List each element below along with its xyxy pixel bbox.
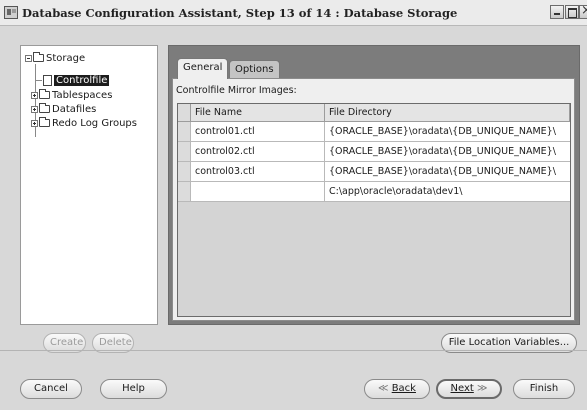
window-title: Database Configuration Assistant, Step 1… xyxy=(22,6,458,20)
collapse-icon[interactable] xyxy=(25,54,32,62)
table-row[interactable]: control03.ctl {ORACLE_BASE}\oradata\{DB_… xyxy=(178,162,570,182)
row-selector-header xyxy=(178,104,191,121)
column-header-file-directory: File Directory xyxy=(325,104,570,121)
table-row[interactable]: control01.ctl {ORACLE_BASE}\oradata\{DB_… xyxy=(178,122,570,142)
table-row[interactable]: C:\app\oracle\oradata\dev1\ xyxy=(178,182,570,202)
table-row[interactable]: control02.ctl {ORACLE_BASE}\oradata\{DB_… xyxy=(178,142,570,162)
help-button[interactable]: Help xyxy=(100,379,167,399)
file-name-cell[interactable] xyxy=(191,182,325,201)
row-selector[interactable] xyxy=(178,182,191,201)
divider xyxy=(0,350,587,351)
column-header-file-name: File Name xyxy=(191,104,325,121)
cancel-button[interactable]: Cancel xyxy=(20,379,82,399)
file-directory-cell[interactable]: C:\app\oracle\oradata\dev1\ xyxy=(325,182,570,201)
section-label: Controlfile Mirror Images: xyxy=(176,85,297,96)
tree-item-label: Storage xyxy=(46,52,86,64)
row-selector[interactable] xyxy=(178,162,191,181)
file-name-cell[interactable]: control03.ctl xyxy=(191,162,325,181)
folder-icon xyxy=(39,117,50,127)
tree-item-label: Redo Log Groups xyxy=(52,117,137,129)
row-selector[interactable] xyxy=(178,142,191,161)
tree-item-storage[interactable]: Storage xyxy=(25,51,85,65)
tree-item-datafiles[interactable]: Datafiles xyxy=(31,102,96,116)
file-directory-cell[interactable]: {ORACLE_BASE}\oradata\{DB_UNIQUE_NAME}\ xyxy=(325,142,570,161)
next-button-label: Next xyxy=(450,383,474,394)
file-directory-cell[interactable]: {ORACLE_BASE}\oradata\{DB_UNIQUE_NAME}\ xyxy=(325,122,570,141)
controlfile-table: File Name File Directory control01.ctl {… xyxy=(177,103,571,317)
minimize-button[interactable] xyxy=(550,5,564,19)
storage-tree: Storage Controlfile Tablespaces Datafile… xyxy=(20,45,158,325)
expand-icon[interactable] xyxy=(31,105,38,113)
back-button-label: Back xyxy=(391,383,416,394)
app-icon xyxy=(4,6,18,19)
tree-item-tablespaces[interactable]: Tablespaces xyxy=(31,88,112,102)
back-arrow-icon: ≪ xyxy=(378,383,389,394)
title-bar: Database Configuration Assistant, Step 1… xyxy=(0,0,587,26)
tree-item-redo-log-groups[interactable]: Redo Log Groups xyxy=(31,116,137,130)
document-icon xyxy=(43,74,52,86)
tree-item-label: Controlfile xyxy=(54,74,110,86)
tab-options[interactable]: Options xyxy=(229,60,280,79)
tree-item-controlfile[interactable]: Controlfile xyxy=(43,73,110,87)
file-directory-cell[interactable]: {ORACLE_BASE}\oradata\{DB_UNIQUE_NAME}\ xyxy=(325,162,570,181)
row-selector[interactable] xyxy=(178,122,191,141)
file-name-cell[interactable]: control02.ctl xyxy=(191,142,325,161)
table-header: File Name File Directory xyxy=(178,104,570,122)
detail-panel: Options General Controlfile Mirror Image… xyxy=(168,45,580,325)
folder-icon xyxy=(39,103,50,113)
next-button[interactable]: Next ≫ xyxy=(436,379,502,399)
general-tab-content: Controlfile Mirror Images: File Name Fil… xyxy=(172,78,575,321)
close-button[interactable] xyxy=(579,3,587,19)
tab-general[interactable]: General xyxy=(177,58,229,79)
tree-item-label: Tablespaces xyxy=(52,89,113,101)
back-button[interactable]: ≪ Back xyxy=(364,379,430,399)
next-arrow-icon: ≫ xyxy=(477,383,488,394)
folder-icon xyxy=(39,89,50,99)
tree-item-label: Datafiles xyxy=(52,103,97,115)
file-name-cell[interactable]: control01.ctl xyxy=(191,122,325,141)
expand-icon[interactable] xyxy=(31,91,38,99)
maximize-button[interactable] xyxy=(565,5,579,19)
folder-icon xyxy=(33,52,44,62)
expand-icon[interactable] xyxy=(31,119,38,127)
finish-button[interactable]: Finish xyxy=(513,379,575,399)
